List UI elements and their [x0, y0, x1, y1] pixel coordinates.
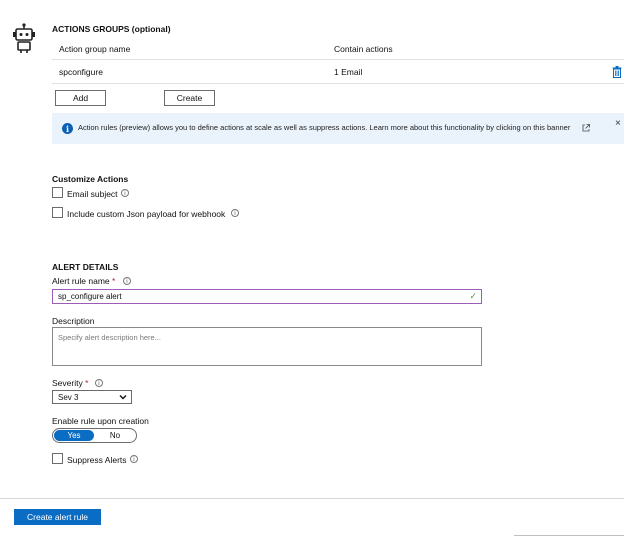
table-header: Action group name Contain actions	[52, 38, 624, 60]
close-icon[interactable]: ×	[615, 118, 621, 129]
info-icon: i	[231, 209, 239, 217]
actions-groups-title: ACTIONS GROUPS (optional)	[52, 24, 171, 34]
required-mark: *	[85, 378, 89, 388]
alert-rule-name-label: Alert rule name *	[52, 276, 115, 286]
alert-details-title: ALERT DETAILS	[52, 262, 119, 272]
json-payload-label: Include custom Json payload for webhook	[67, 209, 226, 219]
info-icon: i	[123, 277, 131, 285]
severity-select[interactable]: Sev 3	[52, 390, 132, 404]
info-banner[interactable]: i Action rules (preview) allows you to d…	[52, 113, 624, 144]
info-icon: i	[95, 379, 103, 387]
info-icon: i	[62, 123, 73, 134]
external-link-icon	[582, 124, 590, 132]
table-row[interactable]: spconfigure 1 Email	[52, 60, 624, 84]
info-icon: i	[121, 189, 129, 197]
suppress-alerts-label: Suppress Alerts	[67, 455, 127, 465]
email-subject-label: Email subject	[67, 189, 118, 199]
json-payload-checkbox[interactable]	[52, 207, 63, 218]
description-textarea[interactable]: Specify alert description here...	[52, 327, 482, 366]
customize-actions-title: Customize Actions	[52, 174, 129, 184]
email-subject-checkbox[interactable]	[52, 187, 63, 198]
column-header-actions: Contain actions	[334, 43, 393, 54]
description-placeholder: Specify alert description here...	[58, 333, 161, 342]
footer-divider	[0, 498, 624, 499]
suppress-alerts-checkbox[interactable]	[52, 453, 63, 464]
action-group-name: spconfigure	[59, 66, 103, 77]
required-mark: *	[112, 276, 116, 286]
banner-text: Action rules (preview) allows you to def…	[78, 123, 571, 132]
trash-icon[interactable]	[612, 65, 622, 78]
checkmark-icon: ✓	[469, 291, 477, 301]
create-alert-rule-button[interactable]: Create alert rule	[14, 509, 101, 525]
alert-rule-name-text: Alert rule name	[52, 276, 110, 286]
robot-icon	[13, 23, 35, 53]
severity-value: Sev 3	[58, 393, 79, 402]
alert-rule-name-input[interactable]: sp_configure alert ✓	[52, 289, 482, 304]
chevron-down-icon	[119, 395, 127, 400]
add-button[interactable]: Add	[55, 90, 106, 106]
description-label: Description	[52, 316, 95, 326]
toggle-yes[interactable]: Yes	[54, 430, 94, 441]
action-groups-table: Action group name Contain actions spconf…	[52, 38, 624, 84]
create-button[interactable]: Create	[164, 90, 215, 106]
alert-rule-name-value: sp_configure alert	[58, 292, 122, 301]
action-group-actions: 1 Email	[334, 66, 363, 77]
enable-rule-toggle[interactable]: Yes No	[52, 428, 137, 443]
bottom-divider	[514, 535, 624, 536]
toggle-no[interactable]: No	[97, 430, 133, 441]
column-header-name: Action group name	[59, 43, 131, 54]
severity-label: Severity *	[52, 378, 88, 388]
info-icon: i	[130, 455, 138, 463]
enable-rule-label: Enable rule upon creation	[52, 416, 149, 426]
severity-text: Severity	[52, 378, 83, 388]
